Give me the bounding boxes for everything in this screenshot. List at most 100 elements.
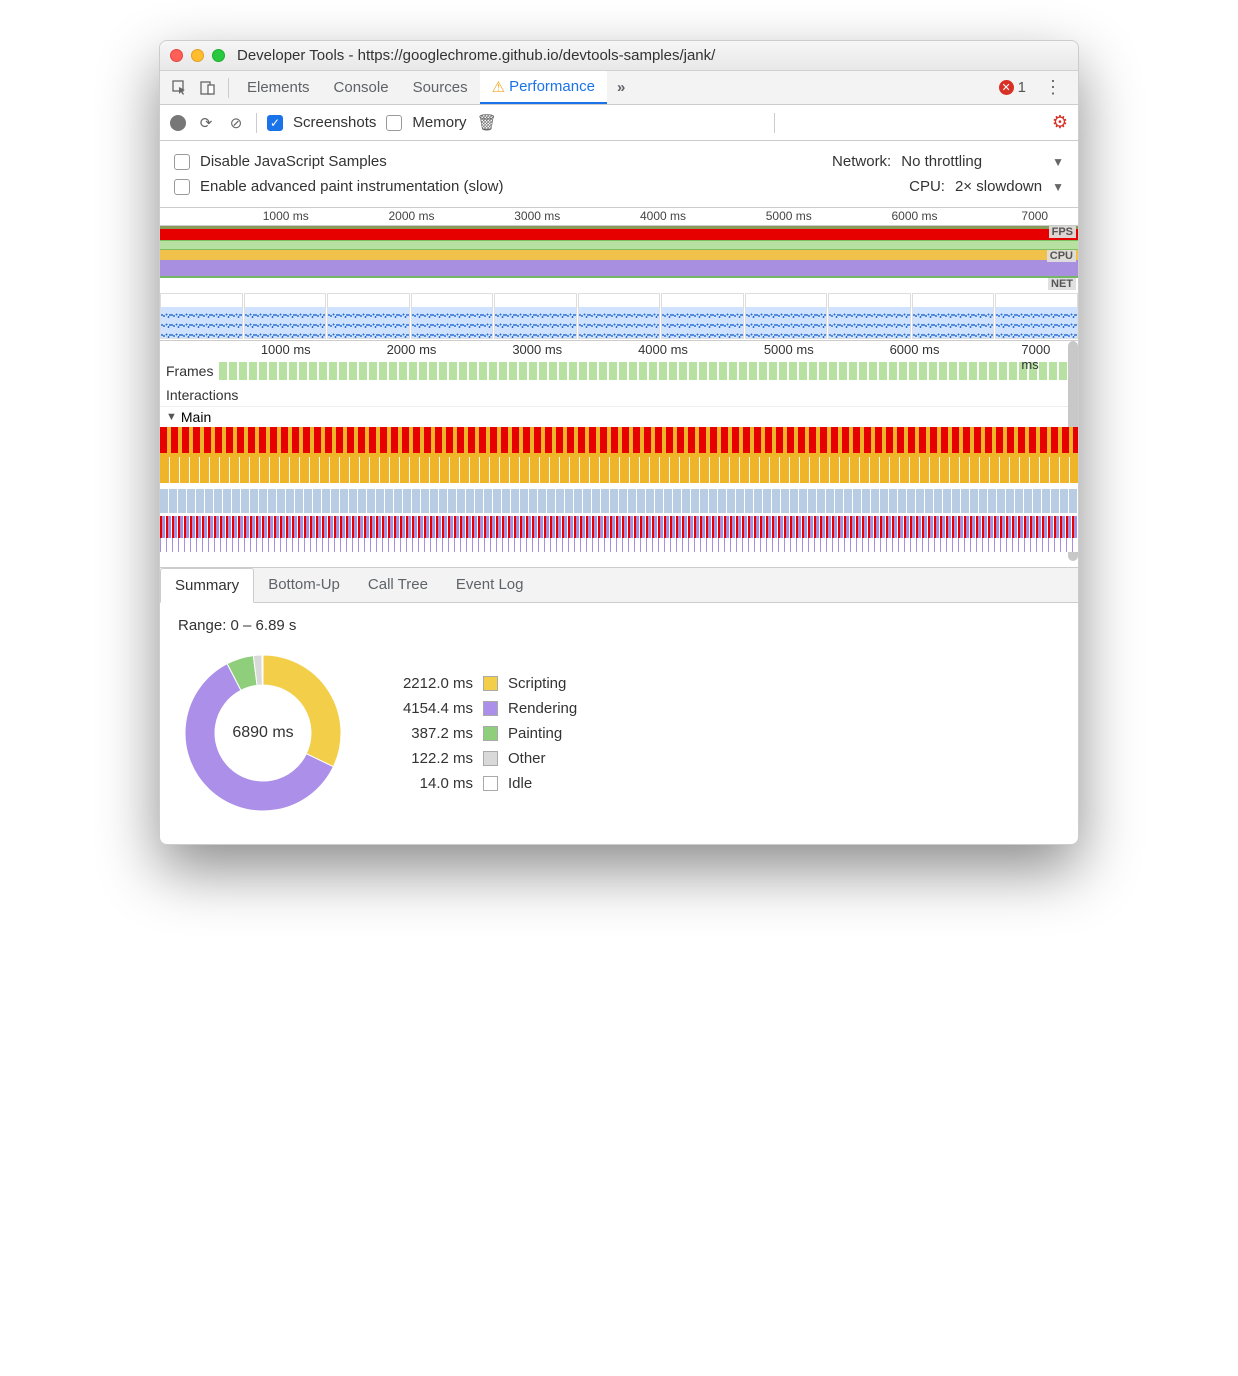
legend-value: 387.2 ms [378, 725, 473, 742]
paint-instrumentation-label: Enable advanced paint instrumentation (s… [200, 178, 504, 195]
screenshot-thumb[interactable] [912, 293, 995, 339]
screenshot-thumb[interactable] [160, 293, 243, 339]
close-icon[interactable] [170, 49, 183, 62]
device-toggle-icon[interactable] [194, 80, 222, 96]
main-label: Main [181, 409, 211, 425]
screenshot-thumb[interactable] [661, 293, 744, 339]
cpu-label: CPU [1047, 250, 1076, 262]
legend-swatch [483, 751, 498, 766]
memory-checkbox[interactable] [386, 115, 402, 131]
screenshot-thumb[interactable] [411, 293, 494, 339]
legend-value: 4154.4 ms [378, 700, 473, 717]
tab-elements[interactable]: Elements [235, 71, 322, 104]
ruler-tick: 7000 ms [1021, 342, 1059, 372]
cpu-dropdown[interactable]: 2× slowdown [955, 178, 1042, 195]
trash-icon[interactable]: 🗑 [477, 113, 497, 133]
screenshot-thumb[interactable] [244, 293, 327, 339]
tab-performance[interactable]: ⚠ Performance [480, 71, 607, 104]
caret-down-icon: ▼ [166, 411, 177, 423]
tab-bottom-up[interactable]: Bottom-Up [254, 568, 354, 602]
memory-label: Memory [412, 114, 466, 131]
ruler-tick: 2000 ms [387, 342, 437, 357]
donut-total: 6890 ms [178, 648, 348, 818]
fps-track[interactable]: FPS [160, 226, 1078, 240]
screenshot-thumb[interactable] [327, 293, 410, 339]
overview-timeline[interactable]: 1000 ms2000 ms3000 ms4000 ms5000 ms6000 … [160, 208, 1078, 341]
cpu-label: CPU: [909, 178, 945, 195]
ruler-tick: 3000 ms [512, 342, 562, 357]
screenshot-filmstrip[interactable] [160, 292, 1078, 340]
tab-label: Performance [509, 78, 595, 95]
screenshot-thumb[interactable] [828, 293, 911, 339]
maximize-icon[interactable] [212, 49, 225, 62]
error-icon: ✕ [999, 80, 1014, 95]
tab-call-tree[interactable]: Call Tree [354, 568, 442, 602]
legend-row: 122.2 ms Other [378, 750, 577, 767]
error-count-badge[interactable]: ✕ 1 [991, 79, 1034, 96]
screenshot-thumb[interactable] [578, 293, 661, 339]
paint-instrumentation-checkbox[interactable] [174, 179, 190, 195]
legend-value: 122.2 ms [378, 750, 473, 767]
flame-chart[interactable] [160, 427, 1078, 567]
legend-label: Idle [508, 775, 532, 792]
net-label: NET [1048, 278, 1076, 290]
tab-console[interactable]: Console [322, 71, 401, 104]
title-bar: Developer Tools - https://googlechrome.g… [160, 41, 1078, 71]
record-button[interactable] [170, 115, 186, 131]
disable-js-label: Disable JavaScript Samples [200, 153, 387, 170]
interactions-lane[interactable]: Interactions [160, 383, 1078, 407]
network-label: Network: [832, 153, 891, 170]
reload-icon[interactable]: ⟳ [196, 114, 216, 132]
tab-sources[interactable]: Sources [401, 71, 480, 104]
capture-options: Disable JavaScript Samples Network: No t… [160, 141, 1078, 208]
settings-gear-icon[interactable]: ⚙ [1052, 112, 1068, 133]
inspect-icon[interactable] [166, 80, 194, 96]
separator [774, 113, 775, 133]
cpu-track[interactable]: CPU [160, 250, 1078, 278]
devtools-window: Developer Tools - https://googlechrome.g… [159, 40, 1079, 845]
legend-row: 4154.4 msRendering [378, 700, 577, 717]
detail-ruler[interactable]: 1000 ms2000 ms3000 ms4000 ms5000 ms6000 … [160, 341, 1078, 359]
tab-event-log[interactable]: Event Log [442, 568, 538, 602]
chevron-down-icon: ▼ [1052, 155, 1064, 169]
legend-swatch [483, 726, 498, 741]
main-thread-header[interactable]: ▼ Main [160, 407, 1078, 427]
screenshot-thumb[interactable] [995, 293, 1078, 339]
separator [256, 113, 257, 133]
kebab-menu-icon[interactable]: ⋮ [1034, 77, 1072, 98]
legend-swatch [483, 676, 498, 691]
fps-label: FPS [1049, 226, 1076, 238]
screenshot-thumb[interactable] [494, 293, 577, 339]
legend-label: Other [508, 750, 546, 767]
summary-panel: Range: 0 – 6.89 s 6890 ms 2212.0 msScrip… [160, 603, 1078, 844]
ruler-tick: 4000 ms [638, 342, 688, 357]
legend-row: 2212.0 msScripting [378, 675, 577, 692]
frames-label: Frames [160, 361, 219, 381]
main-tabs: Elements Console Sources ⚠ Performance »… [160, 71, 1078, 105]
screenshot-thumb[interactable] [745, 293, 828, 339]
legend-label: Painting [508, 725, 562, 742]
ruler-tick: 3000 ms [514, 209, 560, 223]
legend-row: 387.2 ms Painting [378, 725, 577, 742]
summary-donut-chart: 6890 ms [178, 648, 348, 818]
screenshots-checkbox[interactable]: ✓ [267, 115, 283, 131]
range-label: Range: 0 – 6.89 s [178, 617, 1060, 634]
ruler-tick: 2000 ms [388, 209, 434, 223]
traffic-lights [170, 49, 225, 62]
ruler-tick: 4000 ms [640, 209, 686, 223]
clear-icon[interactable]: ⊘ [226, 114, 246, 132]
network-dropdown[interactable]: No throttling [901, 153, 982, 170]
net-track[interactable]: NET [160, 278, 1078, 292]
screenshots-label: Screenshots [293, 114, 376, 131]
tab-summary[interactable]: Summary [160, 568, 254, 603]
fps-green-track[interactable] [160, 240, 1078, 250]
legend-value: 2212.0 ms [378, 675, 473, 692]
frames-strip[interactable] [219, 362, 1078, 380]
ruler-tick: 1000 ms [263, 209, 309, 223]
disable-js-checkbox[interactable] [174, 154, 190, 170]
frames-lane[interactable]: Frames [160, 359, 1078, 383]
minimize-icon[interactable] [191, 49, 204, 62]
overview-ruler[interactable]: 1000 ms2000 ms3000 ms4000 ms5000 ms6000 … [160, 208, 1078, 226]
window-title: Developer Tools - https://googlechrome.g… [237, 47, 1068, 64]
more-tabs-icon[interactable]: » [607, 79, 635, 96]
